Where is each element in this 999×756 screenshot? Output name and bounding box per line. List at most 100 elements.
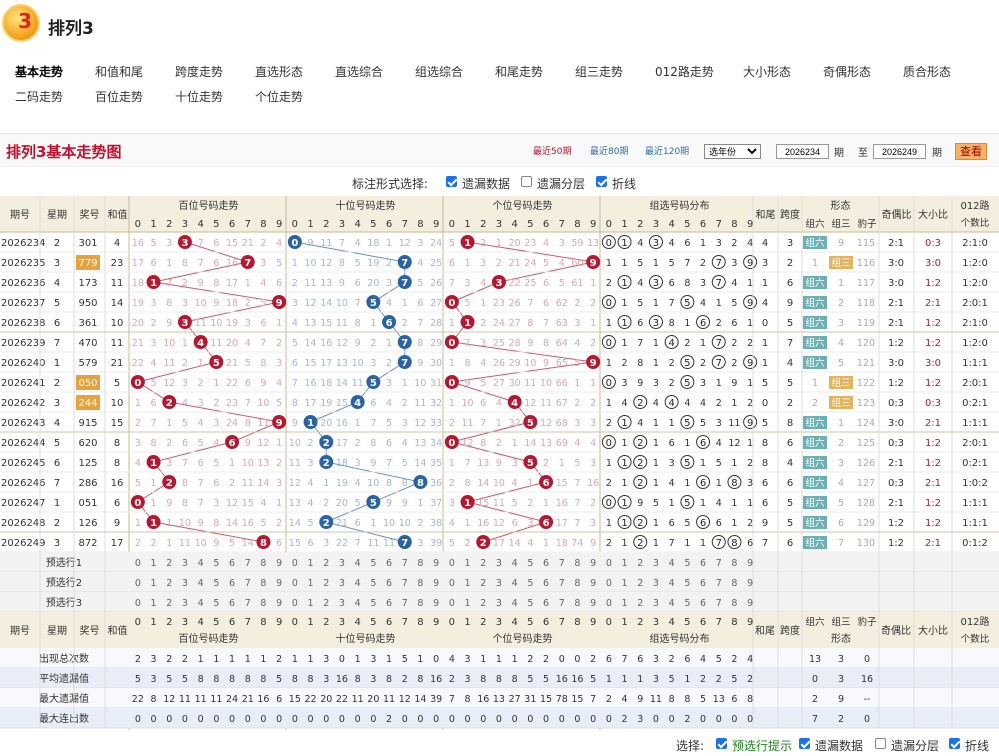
nav-item-6[interactable]: 和尾走势 xyxy=(495,63,543,80)
recent-80-link[interactable]: 最近80期 xyxy=(590,144,628,157)
nav-item-8[interactable]: 012路走势 xyxy=(655,63,714,80)
odd-even-ratio: 1:2 xyxy=(888,538,904,549)
odd-even-ratio: 3:0 xyxy=(888,278,904,289)
stats-value: 11 xyxy=(650,694,662,705)
view-button[interactable]: 查看 xyxy=(955,143,987,160)
miss-value: 16 xyxy=(477,518,489,529)
option-checkbox-2[interactable] xyxy=(596,176,607,187)
group-miss-value: 1 xyxy=(700,538,706,549)
recent-120-link[interactable]: 最近120期 xyxy=(645,144,689,157)
issue-to-input[interactable] xyxy=(873,144,926,159)
nav-item-3[interactable]: 直选形态 xyxy=(255,63,303,80)
miss-value: 10 xyxy=(352,358,364,369)
sum-value: 4 xyxy=(114,238,120,249)
hit-digit: 5 xyxy=(213,358,220,369)
option-checkbox-2[interactable] xyxy=(875,738,886,749)
option-checkbox-1[interactable] xyxy=(799,738,810,749)
miss-value: 6 xyxy=(151,398,157,409)
miss-value: 28 xyxy=(430,318,442,329)
miss-value: 3 xyxy=(276,478,282,489)
stats-value: 8 xyxy=(386,674,392,685)
miss-value: 24 xyxy=(524,258,536,269)
group-hit-digit: 2 xyxy=(637,458,643,469)
nav-item-1[interactable]: 和值和尾 xyxy=(95,63,143,80)
nav-item-0[interactable]: 基本走势 xyxy=(15,63,63,80)
preselect-digit: 1 xyxy=(308,598,314,609)
miss-value: 3 xyxy=(590,458,596,469)
miss-value: 3 xyxy=(213,418,219,429)
miss-value: 13 xyxy=(320,278,332,289)
miss-value: 7 xyxy=(260,338,266,349)
form-miss: 4 xyxy=(838,338,844,349)
sum-value: 21 xyxy=(111,358,124,369)
option-label-1: 遗漏数据 xyxy=(815,739,864,753)
issue-from-input[interactable] xyxy=(776,144,829,159)
group-miss-value: 1 xyxy=(747,318,753,329)
header-group-0: 百位号码走势 xyxy=(179,199,239,212)
miss-value: 5 xyxy=(308,518,314,529)
miss-value: 61 xyxy=(571,278,583,289)
issue-number: 2026247 xyxy=(1,498,46,509)
stats-value: 5 xyxy=(700,694,706,705)
leopard-miss: 121 xyxy=(857,358,875,369)
miss-value: 1 xyxy=(276,438,282,449)
nav-item-12[interactable]: 二码走势 xyxy=(15,88,63,105)
group-hit-digit: 5 xyxy=(684,298,690,309)
miss-value: 7 xyxy=(292,378,298,389)
group-hit-digit: 4 xyxy=(668,338,674,349)
nav-item-13[interactable]: 百位走势 xyxy=(95,88,143,105)
group-miss-value: 2 xyxy=(747,338,753,349)
stats-value: 0 xyxy=(543,714,549,725)
year-select[interactable]: 选年份 xyxy=(704,144,761,159)
miss-value: 1 xyxy=(590,378,596,389)
nav-item-14[interactable]: 十位走势 xyxy=(175,88,223,105)
recent-50-link[interactable]: 最近50期 xyxy=(533,144,571,157)
nav-item-4[interactable]: 直选综合 xyxy=(335,63,383,80)
miss-value: 11 xyxy=(524,378,536,389)
option-checkbox-3[interactable] xyxy=(949,738,960,749)
nav-item-10[interactable]: 奇偶形态 xyxy=(823,63,871,80)
miss-value: 12 xyxy=(336,338,348,349)
nav-item-2[interactable]: 跨度走势 xyxy=(175,63,223,80)
nav-item-7[interactable]: 组三走势 xyxy=(575,63,623,80)
preselect-digit: 8 xyxy=(417,578,423,589)
header-right-0: 和尾 xyxy=(756,209,776,221)
option-checkbox-0[interactable] xyxy=(716,738,727,749)
footer-digit: 4 xyxy=(354,617,360,628)
miss-value: 12 xyxy=(414,418,426,429)
preselect-digit: 5 xyxy=(527,598,533,609)
stats-form-value: 2 xyxy=(838,714,844,725)
option-checkbox-1[interactable] xyxy=(521,176,532,187)
nav-item-9[interactable]: 大小形态 xyxy=(743,63,791,80)
miss-value: 5 xyxy=(276,398,282,409)
issue-number: 2026240 xyxy=(1,358,46,369)
form-miss: 2 xyxy=(838,438,844,449)
form-label: 组三 xyxy=(831,257,850,269)
miss-value: 6 xyxy=(198,458,204,469)
nav-item-11[interactable]: 质合形态 xyxy=(903,63,951,80)
group-miss-value: 2 xyxy=(731,358,737,369)
miss-value: 7 xyxy=(355,538,361,549)
nav-item-5[interactable]: 组选综合 xyxy=(415,63,463,80)
hit-digit: 3 xyxy=(181,238,188,249)
odd-even-ratio: 0:3 xyxy=(888,438,904,449)
nav-item-15[interactable]: 个位走势 xyxy=(255,88,303,105)
miss-value: 6 xyxy=(355,278,361,289)
stats-value: 12 xyxy=(163,694,175,705)
miss-value: 2 xyxy=(590,498,596,509)
preselect-digit: 9 xyxy=(433,558,439,569)
stats-value: 1 xyxy=(355,654,361,665)
miss-value: 7 xyxy=(339,238,345,249)
group-miss-value: 6 xyxy=(747,538,753,549)
stats-value: 2 xyxy=(166,654,172,665)
hit-digit: 2 xyxy=(480,538,487,549)
miss-value: 6 xyxy=(480,398,486,409)
stats-value: 8 xyxy=(417,674,423,685)
option-checkbox-0[interactable] xyxy=(446,176,457,187)
footer-label-1: 星期 xyxy=(47,625,67,637)
group-miss-value: 1 xyxy=(747,498,753,509)
group-miss-value: 8 xyxy=(637,358,643,369)
footer-digit: 8 xyxy=(731,617,737,628)
miss-value: 1 xyxy=(292,258,298,269)
miss-value: 16 xyxy=(556,498,568,509)
